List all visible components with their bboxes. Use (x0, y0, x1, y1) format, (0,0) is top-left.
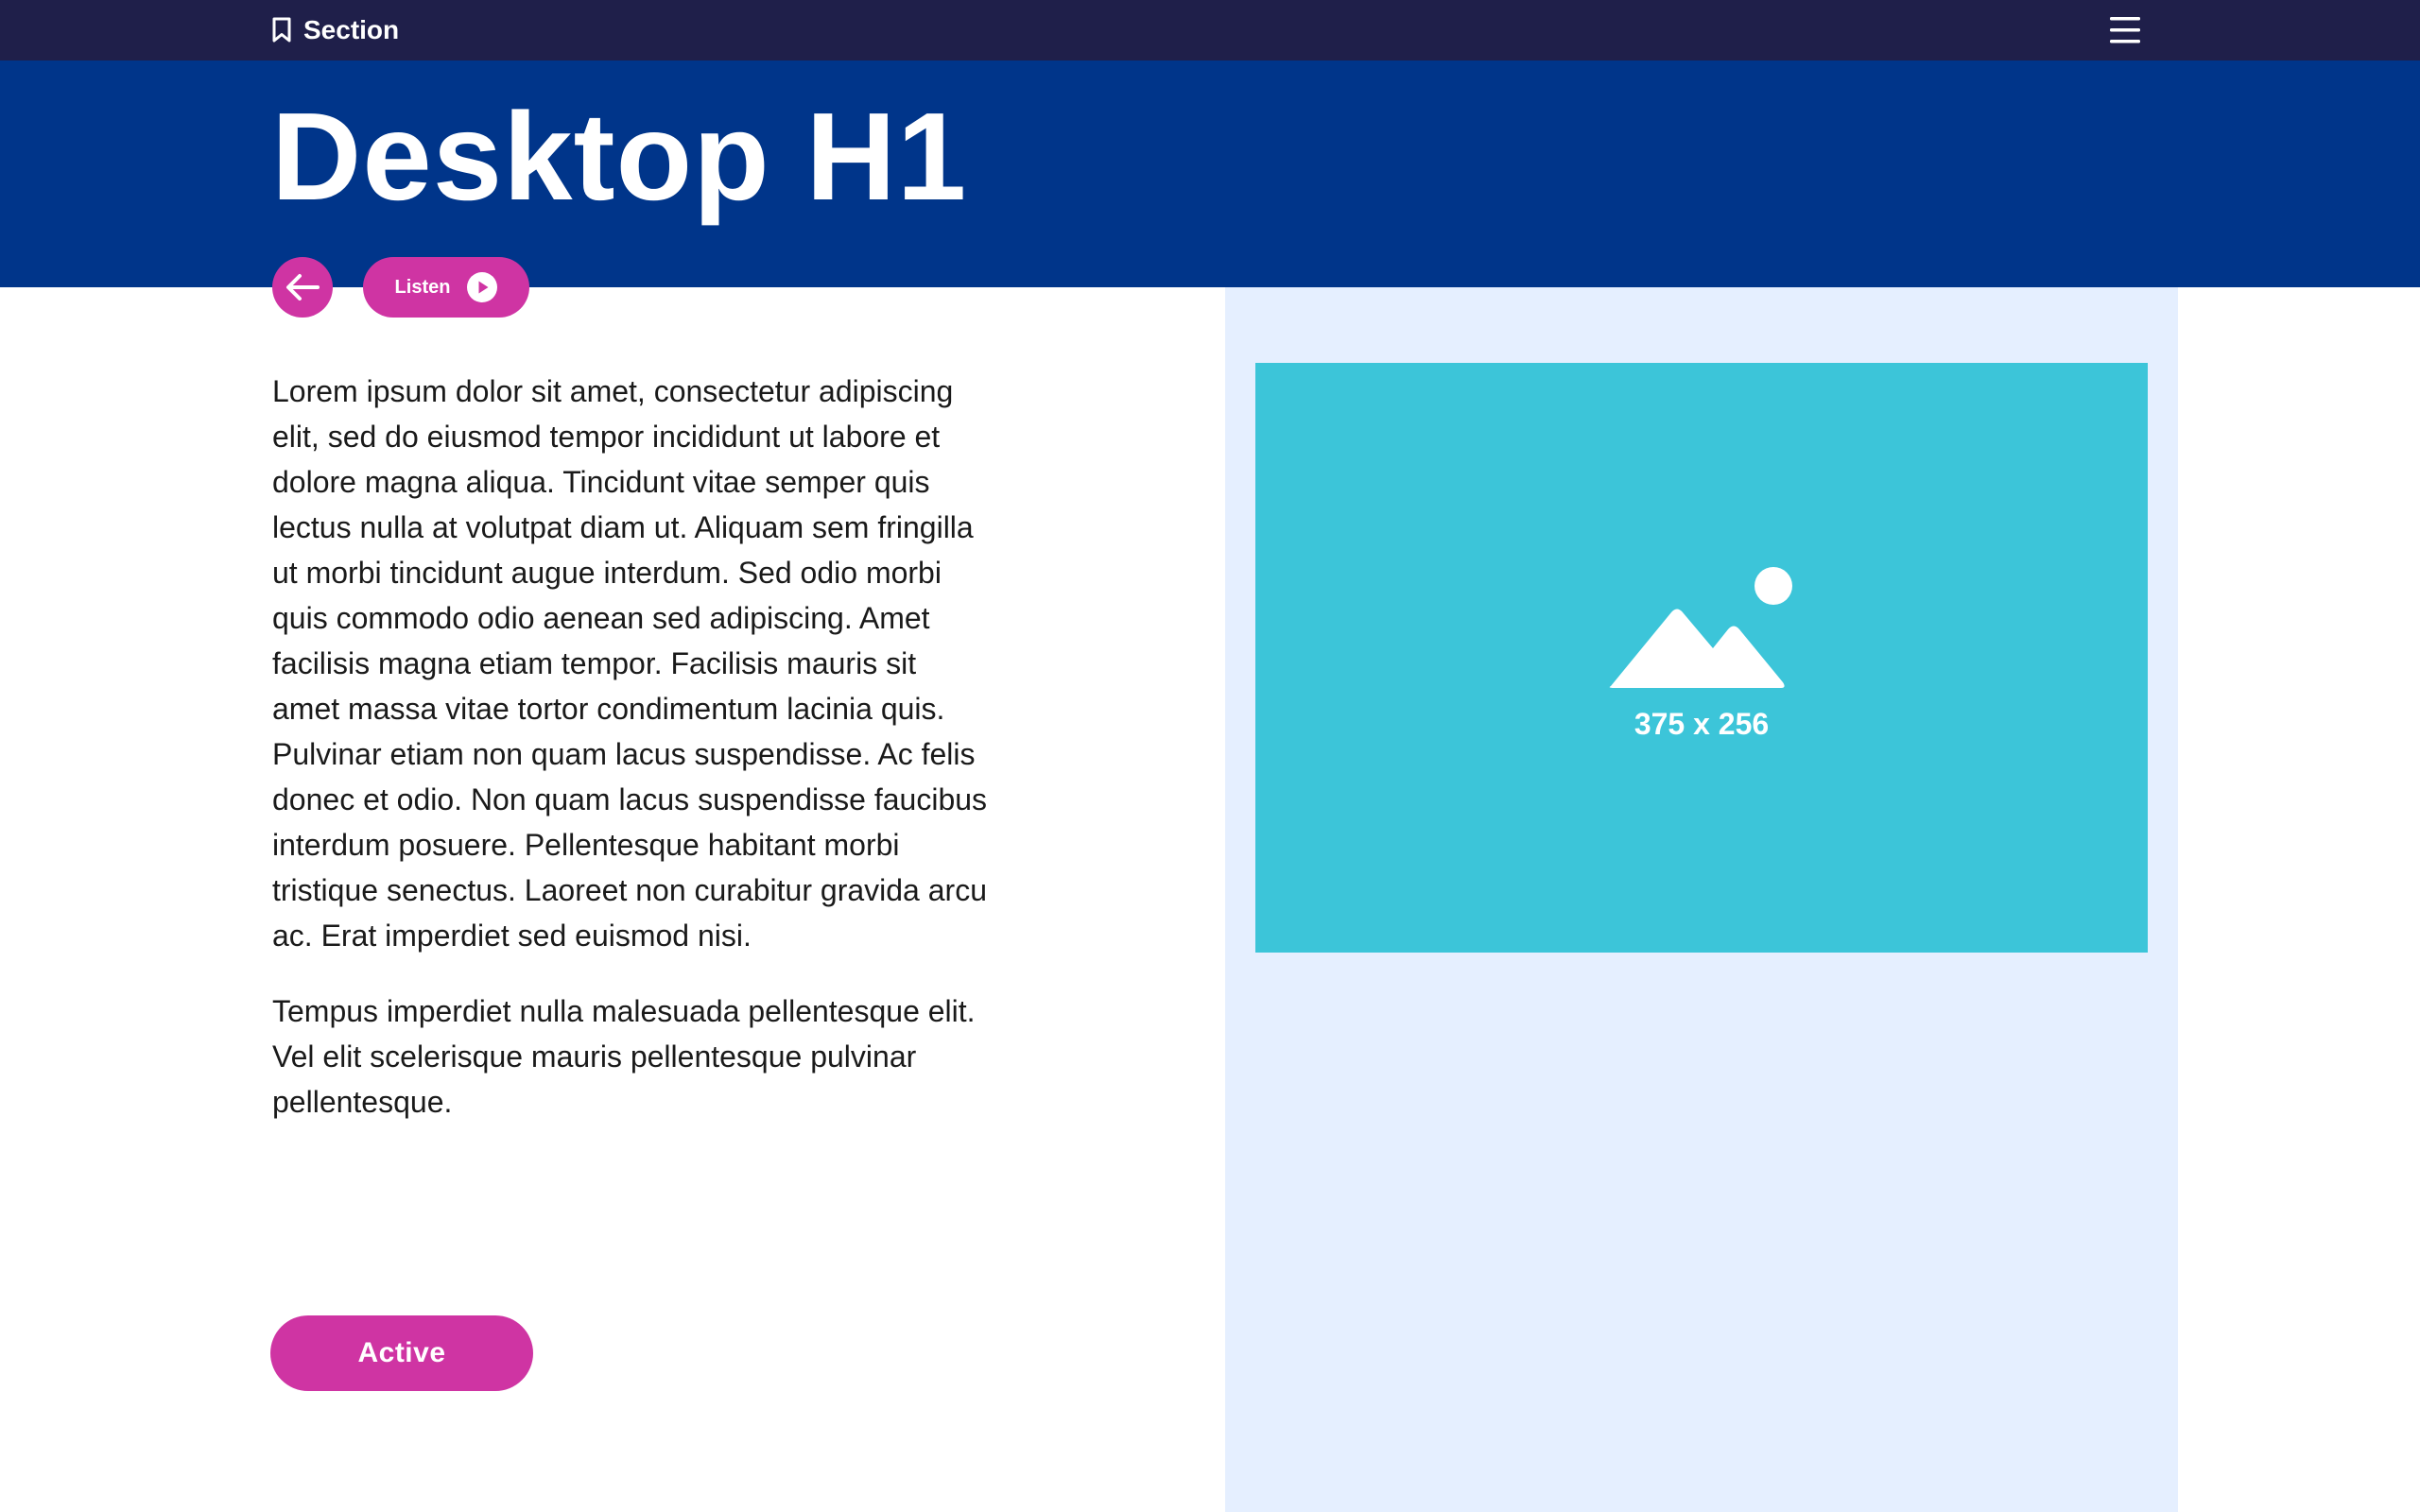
back-button[interactable] (272, 257, 333, 318)
hamburger-menu-button[interactable] (2108, 13, 2142, 47)
hero-banner: Desktop H1 (0, 60, 2420, 287)
image-placeholder: 375 x 256 (1255, 363, 2148, 953)
listen-label: Listen (394, 276, 451, 298)
listen-button[interactable]: Listen (363, 257, 529, 318)
body-paragraph: Tempus imperdiet nulla malesuada pellent… (272, 994, 976, 1119)
article-content: Lorem ipsum dolor sit amet, consectetur … (272, 369, 991, 1155)
hamburger-menu-icon (2108, 13, 2142, 47)
section-label: Section (303, 15, 400, 44)
bookmark-icon (271, 17, 292, 43)
active-button[interactable]: Active (270, 1315, 533, 1391)
top-nav-bar: Section (0, 0, 2420, 60)
image-caption: 375 x 256 (1634, 707, 1770, 741)
body-paragraph: Lorem ipsum dolor sit amet, consectetur … (272, 374, 988, 953)
image-placeholder-icon (1607, 563, 1796, 692)
section-link[interactable]: Section (271, 0, 399, 60)
play-circle-icon (467, 272, 498, 302)
arrow-left-icon (285, 273, 320, 301)
page-title: Desktop H1 (271, 87, 968, 226)
